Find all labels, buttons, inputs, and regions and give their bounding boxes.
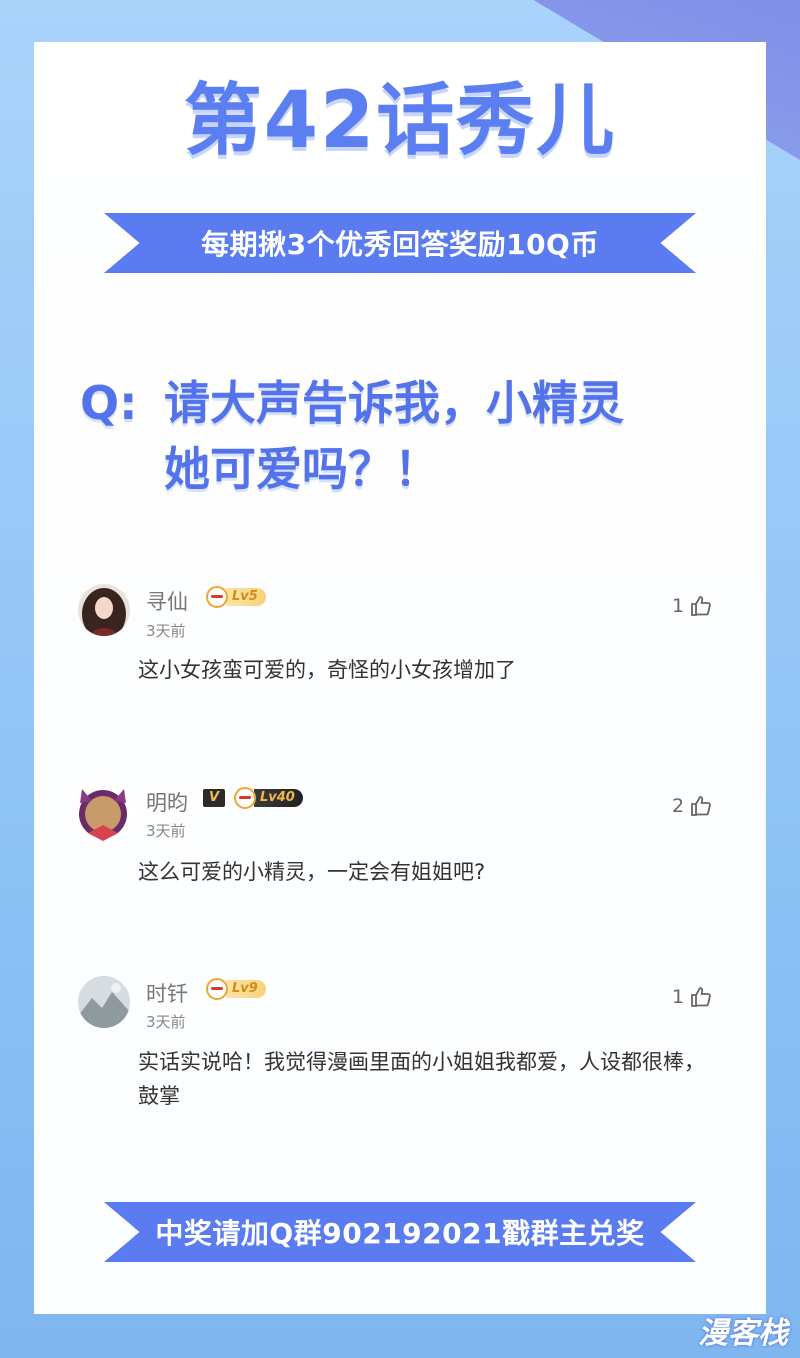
prize-banner-text: 中奖请加Q群902192021戳群主兑奖 bbox=[155, 1217, 645, 1250]
watermark-text: 漫客栈 bbox=[698, 1316, 788, 1351]
username[interactable]: 寻仙 bbox=[146, 586, 188, 616]
comment-item: 时钎 Lv9 3天前 1 实话实说哈！我觉得漫画里面的小姐姐我都爱，人设都很棒，… bbox=[0, 972, 800, 1132]
avatar[interactable] bbox=[72, 781, 134, 843]
level-badge: Lv9 bbox=[206, 978, 266, 1000]
comment-item: 寻仙 Lv5 3天前 1 这小女孩蛮可爱的，奇怪的小女孩增加了 bbox=[0, 580, 800, 740]
like-count: 1 bbox=[672, 986, 685, 1008]
comment-time: 3天前 bbox=[146, 1013, 186, 1031]
question-block: Q: 请大声告诉我，小精灵 她可爱吗？！ bbox=[80, 370, 740, 502]
like-count: 2 bbox=[672, 795, 685, 817]
like-button[interactable]: 1 bbox=[672, 594, 713, 618]
level-badge: Lv40 bbox=[234, 787, 303, 809]
username[interactable]: 明昀 bbox=[146, 787, 188, 817]
level-text: Lv40 bbox=[254, 789, 303, 807]
vip-badge: V bbox=[203, 789, 225, 807]
question-line1: 请大声告诉我，小精灵 bbox=[164, 376, 624, 430]
avatar[interactable] bbox=[78, 584, 130, 636]
username[interactable]: 时钎 bbox=[146, 978, 188, 1008]
comment-text: 实话实说哈！我觉得漫画里面的小姐姐我都爱，人设都很棒，鼓掌 bbox=[138, 1050, 705, 1108]
comment-time: 3天前 bbox=[146, 622, 186, 640]
prize-banner: 中奖请加Q群902192021戳群主兑奖 bbox=[104, 1202, 696, 1262]
like-button[interactable]: 1 bbox=[672, 985, 713, 1009]
comment-time: 3天前 bbox=[146, 822, 186, 840]
thumbs-up-icon bbox=[691, 596, 711, 616]
level-badge: Lv5 bbox=[206, 586, 266, 608]
like-count: 1 bbox=[672, 595, 685, 617]
level-face-icon bbox=[206, 586, 228, 608]
watermark-logo: 漫客栈 bbox=[668, 1308, 788, 1351]
question-prefix: Q: bbox=[80, 376, 138, 430]
reward-banner-text: 每期揪3个优秀回答奖励10Q币 bbox=[201, 228, 599, 261]
like-button[interactable]: 2 bbox=[672, 794, 713, 818]
comment-text: 这小女孩蛮可爱的，奇怪的小女孩增加了 bbox=[138, 658, 516, 682]
reward-banner: 每期揪3个优秀回答奖励10Q币 bbox=[104, 213, 696, 273]
comment-text: 这么可爱的小精灵，一定会有姐姐吧? bbox=[138, 860, 486, 884]
page-title: 第42话秀儿 bbox=[183, 76, 617, 166]
avatar[interactable] bbox=[78, 976, 130, 1028]
thumbs-up-icon bbox=[691, 987, 711, 1007]
level-face-icon bbox=[234, 787, 256, 809]
comment-item: 明昀 V Lv40 3天前 2 这么可爱的小精灵，一定会有姐姐吧? bbox=[0, 781, 800, 941]
level-face-icon bbox=[206, 978, 228, 1000]
level-text: Lv5 bbox=[226, 588, 266, 606]
thumbs-up-icon bbox=[691, 796, 711, 816]
question-line2: 她可爱吗？！ bbox=[164, 442, 440, 496]
level-text: Lv9 bbox=[226, 980, 266, 998]
